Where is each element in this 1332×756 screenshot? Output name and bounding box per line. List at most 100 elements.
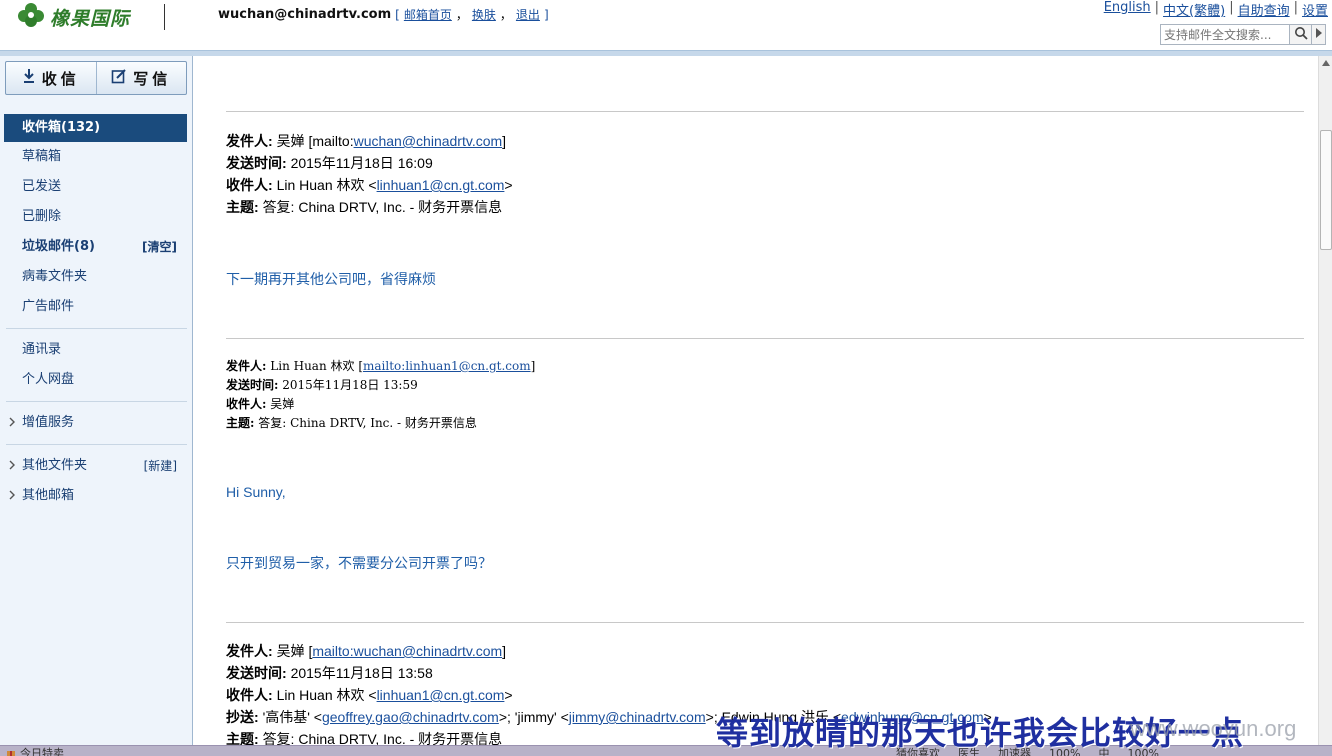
body-text: 只开到贸易一家，不需要分公司开票了吗？ [226, 555, 492, 571]
to-name: Lin Huan 林欢 < [276, 687, 377, 703]
message-separator [226, 338, 1304, 339]
bracket-close: ] [543, 7, 549, 22]
top-links: English | 中文(繁體) | 自助查询 | 设置 [1104, 0, 1328, 19]
self-service-link[interactable]: 自助查询 [1238, 0, 1290, 19]
sidebar-item-other-mailbox[interactable]: 其他邮箱 [0, 481, 193, 511]
from-label: 发件人: [226, 643, 273, 659]
logo[interactable]: 橡果国际 [16, 2, 130, 32]
scroll-up-icon[interactable] [1319, 56, 1332, 70]
top-header: 橡果国际 wuchan@chinadrtv.com [ 邮箱首页 ， 换肤 ， … [0, 0, 1332, 56]
account-email: wuchan@chinadrtv.com [218, 7, 392, 22]
folder-label: 已删除 [22, 209, 62, 224]
body-text: 下一期再开其他公司吧，省得麻烦 [226, 271, 436, 287]
compose-button[interactable]: 写信 [95, 62, 187, 94]
folder-label: 个人网盘 [22, 372, 75, 387]
sidebar-item-other-folders[interactable]: 其他文件夹 [新建] [0, 451, 193, 481]
new-folder-link[interactable]: [新建] [144, 451, 177, 481]
folder-label: 已发送 [22, 179, 62, 194]
from-email-link[interactable]: wuchan@chinadrtv.com [354, 133, 503, 149]
folder-label: 其他邮箱 [22, 488, 75, 503]
folder-sent[interactable]: 已发送 [0, 172, 193, 202]
folder-virus[interactable]: 病毒文件夹 [0, 262, 193, 292]
bracket-open: [ [395, 7, 400, 22]
to-label: 收件人: [226, 397, 267, 411]
to-label: 收件人: [226, 177, 273, 193]
settings-link[interactable]: 设置 [1302, 0, 1328, 19]
clover-logo-icon [16, 1, 46, 33]
message-header: 发件人: 吴婵 [mailto:wuchan@chinadrtv.com] 发送… [226, 130, 513, 218]
cc-email-link[interactable]: jimmy@chinadrtv.com [569, 709, 706, 725]
sent-label: 发送时间: [226, 378, 279, 392]
message-header: 发件人: Lin Huan 林欢 [mailto:linhuan1@cn.gt.… [226, 357, 535, 433]
mailbox-home-link[interactable]: 邮箱首页 [404, 6, 452, 23]
from-line: 发件人: Lin Huan 林欢 [mailto:linhuan1@cn.gt.… [226, 357, 535, 376]
from-label: 发件人: [226, 359, 267, 373]
cc-email-link[interactable]: geoffrey.gao@chinadrtv.com [322, 709, 499, 725]
content-scrollbar[interactable] [1318, 56, 1332, 746]
sidebar-item-netdisk[interactable]: 个人网盘 [0, 365, 193, 395]
logout-link[interactable]: 退出 [516, 6, 540, 23]
subject-line: 主题: 答复: China DRTV, Inc. - 财务开票信息 [226, 196, 513, 218]
from-line: 发件人: 吴婵 [mailto:wuchan@chinadrtv.com] [226, 130, 513, 152]
sent-line: 发送时间: 2015年11月18日 16:09 [226, 152, 513, 174]
to-suffix: > [504, 687, 513, 703]
folder-label: 病毒文件夹 [22, 269, 88, 284]
to-email-link[interactable]: linhuan1@cn.gt.com [377, 177, 505, 193]
search-box [1160, 24, 1328, 45]
search-button[interactable] [1290, 24, 1312, 45]
empty-spam-link[interactable]: [清空] [142, 232, 177, 262]
bracket-close: ] [172, 459, 177, 473]
folder-deleted[interactable]: 已删除 [0, 202, 193, 232]
to-name: Lin Huan 林欢 < [276, 177, 377, 193]
traditional-chinese-link[interactable]: 中文(繁體) [1163, 0, 1225, 19]
new-folder-label: 新建 [148, 459, 173, 473]
link-separator: ， [499, 8, 512, 22]
sent-value: 2015年11月18日 13:58 [290, 665, 433, 681]
arrow-right-icon [1315, 27, 1323, 42]
status-deals[interactable]: 今日特卖 [20, 748, 64, 756]
mail-action-bar: 收信 写信 [5, 61, 187, 95]
logo-divider [164, 4, 165, 30]
top-separator: | [1154, 0, 1160, 15]
from-suffix: ] [502, 133, 507, 149]
folder-list: 收件箱(132) 草稿箱 已发送 已删除 垃圾邮件(8) [清空] 病毒文件夹 … [0, 114, 193, 511]
to-email-link[interactable]: linhuan1@cn.gt.com [377, 687, 505, 703]
account-bar: wuchan@chinadrtv.com [ 邮箱首页 ， 换肤 ， 退出 ] [218, 6, 549, 23]
from-email-link[interactable]: mailto:linhuan1@cn.gt.com [363, 359, 531, 373]
compose-label: 写信 [133, 69, 172, 88]
link-separator: ， [455, 8, 468, 22]
folder-drafts[interactable]: 草稿箱 [0, 142, 193, 172]
to-line: 收件人: Lin Huan 林欢 <linhuan1@cn.gt.com> [226, 174, 513, 196]
watermark-url: www.wooyun.org [1130, 716, 1297, 741]
receive-button[interactable]: 收信 [6, 62, 96, 94]
bracket-close: ] [171, 240, 177, 254]
folder-label: 通讯录 [22, 342, 62, 357]
folder-inbox[interactable]: 收件箱(132) [4, 114, 187, 142]
sidebar-item-services[interactable]: 增值服务 [0, 408, 193, 438]
from-email-link[interactable]: mailto:wuchan@chinadrtv.com [312, 643, 502, 659]
change-skin-link[interactable]: 换肤 [472, 6, 496, 23]
sidebar: 收信 写信 收件箱(132) 草稿箱 已发送 已删除 垃圾邮件(8) [清空] … [0, 56, 193, 756]
search-options-button[interactable] [1312, 24, 1326, 45]
folder-ads[interactable]: 广告邮件 [0, 292, 193, 322]
folder-spam[interactable]: 垃圾邮件(8) [清空] [0, 232, 193, 262]
sent-label: 发送时间: [226, 665, 287, 681]
message-separator [226, 622, 1304, 623]
sidebar-divider [6, 444, 187, 445]
cc-label: 抄送: [226, 709, 259, 725]
from-prefix: [mailto: [308, 133, 354, 149]
sent-line: 发送时间: 2015年11月18日 13:58 [226, 662, 992, 684]
sent-line: 发送时间: 2015年11月18日 13:59 [226, 376, 535, 395]
from-name: 吴婵 [ [276, 643, 313, 659]
scroll-thumb[interactable] [1320, 130, 1332, 250]
message-separator [226, 111, 1304, 112]
cc-name: '高伟基' < [262, 709, 322, 725]
search-input[interactable] [1160, 24, 1290, 45]
subject-label: 主题: [226, 416, 255, 430]
gift-icon [6, 748, 16, 756]
sidebar-item-contacts[interactable]: 通讯录 [0, 335, 193, 365]
chevron-right-icon [9, 408, 16, 438]
english-link[interactable]: English [1104, 0, 1151, 19]
subject-value: 答复: China DRTV, Inc. - 财务开票信息 [258, 416, 477, 430]
empty-spam-label: 清空 [147, 240, 172, 254]
